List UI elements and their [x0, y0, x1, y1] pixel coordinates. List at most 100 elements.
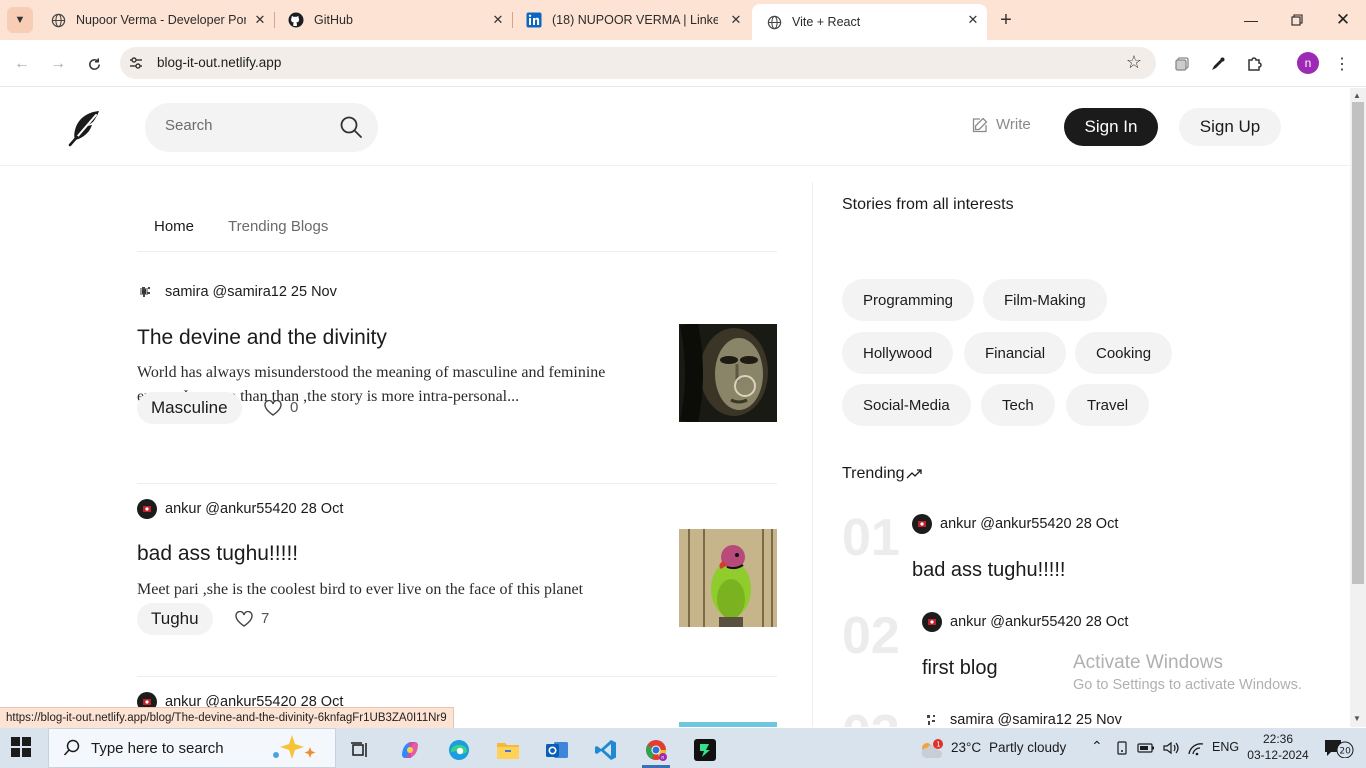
sidebar-divider — [812, 182, 813, 727]
post-author[interactable]: ankur @ankur55420 28 Oct — [165, 501, 343, 517]
minimize-button[interactable]: — — [1236, 8, 1266, 32]
like-button[interactable]: 0 — [264, 399, 298, 416]
search-icon[interactable] — [339, 115, 363, 144]
network-device-icon[interactable] — [1112, 738, 1132, 758]
chevron-up-icon[interactable]: ⌃ — [1091, 738, 1103, 755]
interest-chip[interactable]: Hollywood — [842, 332, 954, 374]
extensions-icon[interactable] — [1243, 52, 1267, 76]
menu-icon[interactable]: ⋮ — [1330, 52, 1354, 76]
address-bar[interactable]: blog-it-out.netlify.app ☆ — [120, 47, 1156, 79]
page-scrollbar[interactable]: ▲ ▼ — [1350, 88, 1366, 727]
copilot-icon[interactable] — [390, 732, 430, 768]
feather-logo-icon[interactable] — [66, 108, 106, 148]
back-button[interactable]: ← — [10, 52, 34, 76]
weather-temp[interactable]: 23°C — [951, 740, 981, 755]
reload-button[interactable] — [82, 52, 106, 76]
trending-author[interactable]: ankur @ankur55420 28 Oct — [940, 516, 1118, 532]
trending-title[interactable]: bad ass tughu!!!!! — [912, 559, 1065, 582]
file-explorer-icon[interactable] — [488, 732, 528, 768]
interest-chip[interactable]: Cooking — [1075, 332, 1173, 374]
post-title[interactable]: The devine and the divinity — [137, 326, 387, 350]
post-tag[interactable]: Masculine — [137, 392, 242, 424]
tab-portfolio[interactable]: Nupoor Verma - Developer Portfolio ✕ — [36, 4, 274, 36]
tab-github[interactable]: GitHub ✕ — [274, 4, 512, 36]
outlook-icon[interactable] — [537, 732, 577, 768]
interest-chip[interactable]: Tech — [981, 384, 1055, 426]
tab-home[interactable]: Home — [154, 218, 194, 235]
volume-icon[interactable] — [1160, 738, 1182, 758]
color-picker-icon[interactable] — [1206, 52, 1230, 76]
tab-group-icon[interactable] — [1170, 52, 1194, 76]
write-button[interactable]: Write — [972, 116, 1031, 133]
trending-meta: ankur @ankur55420 28 Oct — [922, 612, 1128, 632]
trending-item[interactable]: 03 samira @samira12 25 Nov — [842, 704, 1312, 727]
post-author[interactable]: samira @samira12 25 Nov — [165, 284, 337, 300]
site-settings-icon[interactable] — [128, 55, 144, 71]
weather-text[interactable]: Partly cloudy — [989, 740, 1066, 755]
interest-chip[interactable]: Travel — [1066, 384, 1150, 426]
post-tag[interactable]: Tughu — [137, 603, 213, 635]
edge-icon[interactable] — [439, 732, 479, 768]
post-title[interactable]: bad ass tughu!!!!! — [137, 542, 298, 566]
close-icon[interactable]: ✕ — [965, 12, 981, 28]
scroll-down-arrow[interactable]: ▼ — [1353, 714, 1361, 723]
taskbar-search[interactable]: Type here to search — [48, 728, 336, 768]
wifi-icon[interactable] — [1185, 738, 1207, 758]
sign-up-button[interactable]: Sign Up — [1179, 108, 1281, 146]
bookmark-star-icon[interactable]: ☆ — [1126, 52, 1142, 73]
tab-linkedin[interactable]: (18) NUPOOR VERMA | LinkedIn ✕ — [512, 4, 750, 36]
divider — [137, 483, 777, 484]
notification-center-icon[interactable]: 20 — [1324, 738, 1354, 759]
search-input[interactable] — [165, 117, 325, 134]
language-indicator[interactable]: ENG — [1212, 740, 1239, 754]
trending-heading: Trending — [842, 465, 922, 483]
globe-icon — [50, 12, 66, 28]
tab-trending-blogs[interactable]: Trending Blogs — [228, 218, 328, 235]
scrollbar-thumb[interactable] — [1352, 102, 1364, 584]
vscode-icon[interactable] — [586, 732, 626, 768]
chrome-icon[interactable]: n — [636, 732, 676, 768]
profile-avatar[interactable]: n — [1297, 52, 1319, 74]
close-icon[interactable]: ✕ — [490, 12, 506, 28]
close-icon[interactable]: ✕ — [252, 12, 268, 28]
clock-time: 22:36 — [1262, 732, 1294, 746]
linkedin-icon — [526, 12, 542, 28]
windows-start-icon[interactable] — [10, 736, 34, 760]
trending-item[interactable]: 01 ankur @ankur55420 28 Oct bad ass tugh… — [842, 508, 1312, 598]
trending-title[interactable]: first blog — [922, 657, 998, 680]
feed-tabs: Home Trending Blogs — [137, 218, 777, 252]
interest-chip[interactable]: Film-Making — [983, 279, 1107, 321]
system-clock[interactable]: 22:36 03-12-2024 — [1247, 731, 1309, 763]
trending-author[interactable]: ankur @ankur55420 28 Oct — [950, 614, 1128, 630]
activate-windows-watermark: Activate Windows Go to Settings to activ… — [1073, 652, 1302, 693]
close-icon[interactable]: ✕ — [728, 12, 744, 28]
trending-author[interactable]: samira @samira12 25 Nov — [950, 712, 1122, 727]
tab-search-button[interactable]: ▼ — [7, 7, 33, 33]
trending-up-icon — [906, 469, 922, 479]
tab-title: Nupoor Verma - Developer Portfolio — [76, 13, 246, 27]
app-icon[interactable] — [685, 732, 725, 768]
like-button[interactable]: 7 — [235, 610, 269, 627]
web-page: Write Sign In Sign Up Home Trending Blog… — [0, 88, 1350, 727]
interest-chip[interactable]: Social-Media — [842, 384, 971, 426]
scroll-up-arrow[interactable]: ▲ — [1353, 91, 1361, 100]
weather-badge: 1 — [936, 741, 940, 749]
search-icon — [63, 739, 80, 756]
sign-in-button[interactable]: Sign In — [1064, 108, 1158, 146]
tab-vite-react[interactable]: Vite + React ✕ — [752, 4, 987, 40]
site-search — [145, 103, 378, 152]
task-view-icon[interactable] — [340, 732, 380, 768]
restore-button[interactable] — [1282, 8, 1312, 32]
close-window-button[interactable]: ✕ — [1328, 8, 1358, 32]
new-tab-button[interactable]: + — [995, 9, 1017, 31]
blog-card[interactable]: 🞕 samira @samira12 25 Nov The devine and… — [137, 282, 777, 484]
watermark-title: Activate Windows — [1073, 652, 1223, 673]
interest-chip[interactable]: Programming — [842, 279, 975, 321]
avatar — [137, 499, 157, 519]
battery-icon[interactable] — [1136, 738, 1156, 758]
weather-icon[interactable]: 1 — [914, 732, 948, 768]
interest-chip[interactable]: Financial — [964, 332, 1067, 374]
blog-card[interactable]: ankur @ankur55420 28 Oct bad ass tughu!!… — [137, 499, 777, 677]
site-navbar: Write Sign In Sign Up — [0, 88, 1350, 166]
forward-button[interactable]: → — [46, 52, 70, 76]
